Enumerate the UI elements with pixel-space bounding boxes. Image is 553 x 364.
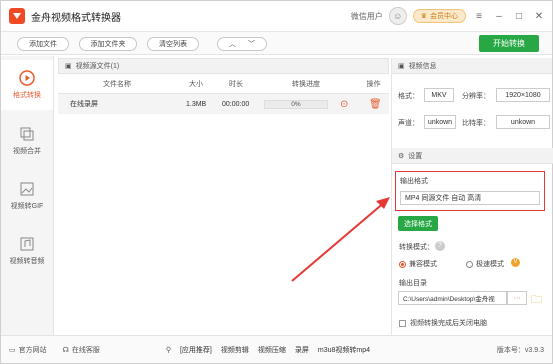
sidebar-item-convert[interactable]: 格式转换	[1, 60, 53, 110]
sidebar-item-label: 视频转GIF	[10, 203, 44, 210]
monitor-icon: ▭	[9, 346, 16, 354]
format-value: MKV	[424, 88, 454, 102]
gif-icon	[20, 182, 34, 196]
row-size: 1.3MB	[186, 100, 207, 108]
vip-label: 会员中心	[430, 13, 458, 20]
toolbar: 添加文件 添加文件夹 清空列表 ︿ ﹀ 开始转换	[1, 31, 552, 55]
sidebar-item-label: 视频转音频	[9, 258, 45, 265]
file-list-header: ▣ 视频源文件(1)	[58, 58, 389, 74]
sidebar-item-label: 视频合并	[13, 148, 41, 155]
status-bar: ▭ 官方网站 ☊ 在线客服 ⚲ [应用推荐] 视频剪辑 视频压缩 录屏 m3u8视频…	[1, 335, 552, 363]
output-dir-field[interactable]: C:\Users\admin\Desktop\金舟视	[398, 291, 507, 305]
close-after-checkbox[interactable]: 视频转换完成后关闭电脑	[399, 318, 487, 328]
delete-icon[interactable]: 🗑	[369, 94, 382, 114]
sidebar-item-merge[interactable]: 视频合并	[1, 116, 53, 166]
col-action: 操作	[366, 81, 381, 88]
user-name[interactable]: 微信用户	[351, 11, 383, 22]
recommend-icon: ⚲	[165, 346, 171, 354]
version-label: 版本号：v3.9.3	[496, 346, 544, 354]
bitrate-value: unkown	[496, 115, 550, 129]
output-format-field[interactable]: MP4 同源文件 自动 高清	[400, 191, 540, 205]
help-icon[interactable]: ?	[435, 241, 445, 251]
move-buttons: ︿ ﹀	[217, 37, 267, 51]
add-folder-button[interactable]: 添加文件夹	[79, 37, 137, 51]
add-file-button[interactable]: 添加文件	[17, 37, 69, 51]
title-bar: 金舟视频格式转换器 微信用户 ☺ ♛ 会员中心 ≡ – □ ✕	[1, 1, 552, 31]
settings-title: 设置	[408, 152, 423, 160]
select-format-button[interactable]: 选择格式	[398, 216, 438, 231]
headset-icon: ☊	[62, 346, 69, 354]
video-info-header: ▣ 视频信息	[392, 58, 552, 74]
start-convert-button[interactable]: 开始转换	[479, 35, 539, 52]
convert-icon	[19, 70, 35, 86]
format-label: 格式：	[398, 93, 419, 100]
output-dir-label: 输出目录	[399, 280, 427, 287]
channel-value: unkown	[424, 115, 456, 129]
video-file-icon: ▣	[65, 63, 72, 70]
play-icon[interactable]: ⊙	[340, 94, 348, 114]
row-name: 在线录屏	[70, 101, 98, 108]
checkbox-icon	[399, 319, 406, 327]
mode-compat-radio[interactable]: 兼容模式	[399, 259, 437, 269]
m3u8-link[interactable]: m3u8视频转mp4	[318, 345, 370, 355]
website-link[interactable]: ▭ 官方网站	[9, 345, 47, 355]
row-duration: 00:00:00	[222, 100, 250, 108]
app-logo-icon	[9, 8, 25, 24]
col-progress: 转换进度	[292, 81, 320, 88]
info-icon: ▣	[398, 62, 405, 70]
file-list-title: 视频源文件(1)	[75, 63, 120, 70]
app-window: 金舟视频格式转换器 微信用户 ☺ ♛ 会员中心 ≡ – □ ✕ 添加文件 添加文…	[0, 0, 553, 364]
audio-icon	[20, 237, 34, 251]
resolution-value: 1920×1080	[496, 88, 550, 102]
vip-badge-icon: V	[511, 258, 520, 267]
app-recommend-link[interactable]: [应用推荐]	[180, 345, 212, 355]
folder-icon[interactable]: 🗀	[531, 291, 542, 310]
screen-record-link[interactable]: 录屏	[295, 345, 309, 355]
annotation-arrow	[291, 197, 390, 282]
menu-icon[interactable]: ≡	[472, 9, 486, 23]
dir-more-button[interactable]: ···	[507, 291, 527, 305]
mode-fast-radio[interactable]: 极速模式	[466, 259, 504, 269]
output-format-box: 输出格式 MP4 同源文件 自动 高清	[395, 171, 545, 211]
avatar[interactable]: ☺	[388, 7, 407, 25]
sidebar: 格式转换 视频合并 视频转GIF 视频转音频	[1, 56, 54, 335]
bitrate-label: 比特率：	[462, 120, 490, 127]
sidebar-item-label: 格式转换	[13, 92, 41, 99]
app-title: 金舟视频格式转换器	[31, 12, 121, 24]
sidebar-item-gif[interactable]: 视频转GIF	[1, 171, 53, 221]
crown-icon: ♛	[420, 13, 427, 20]
mode-label: 转换模式：	[399, 244, 434, 251]
clear-list-button[interactable]: 清空列表	[147, 37, 199, 51]
col-size: 大小	[189, 81, 203, 88]
chevron-up-icon[interactable]: ︿	[229, 39, 236, 49]
maximize-icon[interactable]: □	[512, 9, 526, 23]
close-after-label: 视频转换完成后关闭电脑	[410, 320, 487, 327]
col-name: 文件名称	[103, 81, 131, 88]
sidebar-item-audio[interactable]: 视频转音频	[1, 226, 53, 276]
minimize-icon[interactable]: –	[492, 9, 506, 23]
video-info-title: 视频信息	[408, 62, 437, 70]
support-link[interactable]: ☊ 在线客服	[63, 345, 100, 355]
channel-label: 声道：	[398, 120, 419, 127]
row-progress: 0%	[264, 100, 328, 109]
output-format-label: 输出格式	[400, 178, 428, 185]
col-duration: 时长	[229, 81, 243, 88]
video-edit-link[interactable]: 视频剪辑	[221, 345, 249, 355]
resolution-label: 分辨率：	[462, 93, 490, 100]
merge-icon	[20, 127, 34, 141]
settings-header: ⚙ 设置	[392, 148, 553, 164]
chevron-down-icon[interactable]: ﹀	[248, 39, 255, 49]
gear-icon: ⚙	[398, 152, 405, 160]
vip-center-button[interactable]: ♛ 会员中心	[412, 9, 466, 23]
video-compress-link[interactable]: 视频压缩	[258, 345, 286, 355]
close-icon[interactable]: ✕	[532, 9, 546, 23]
